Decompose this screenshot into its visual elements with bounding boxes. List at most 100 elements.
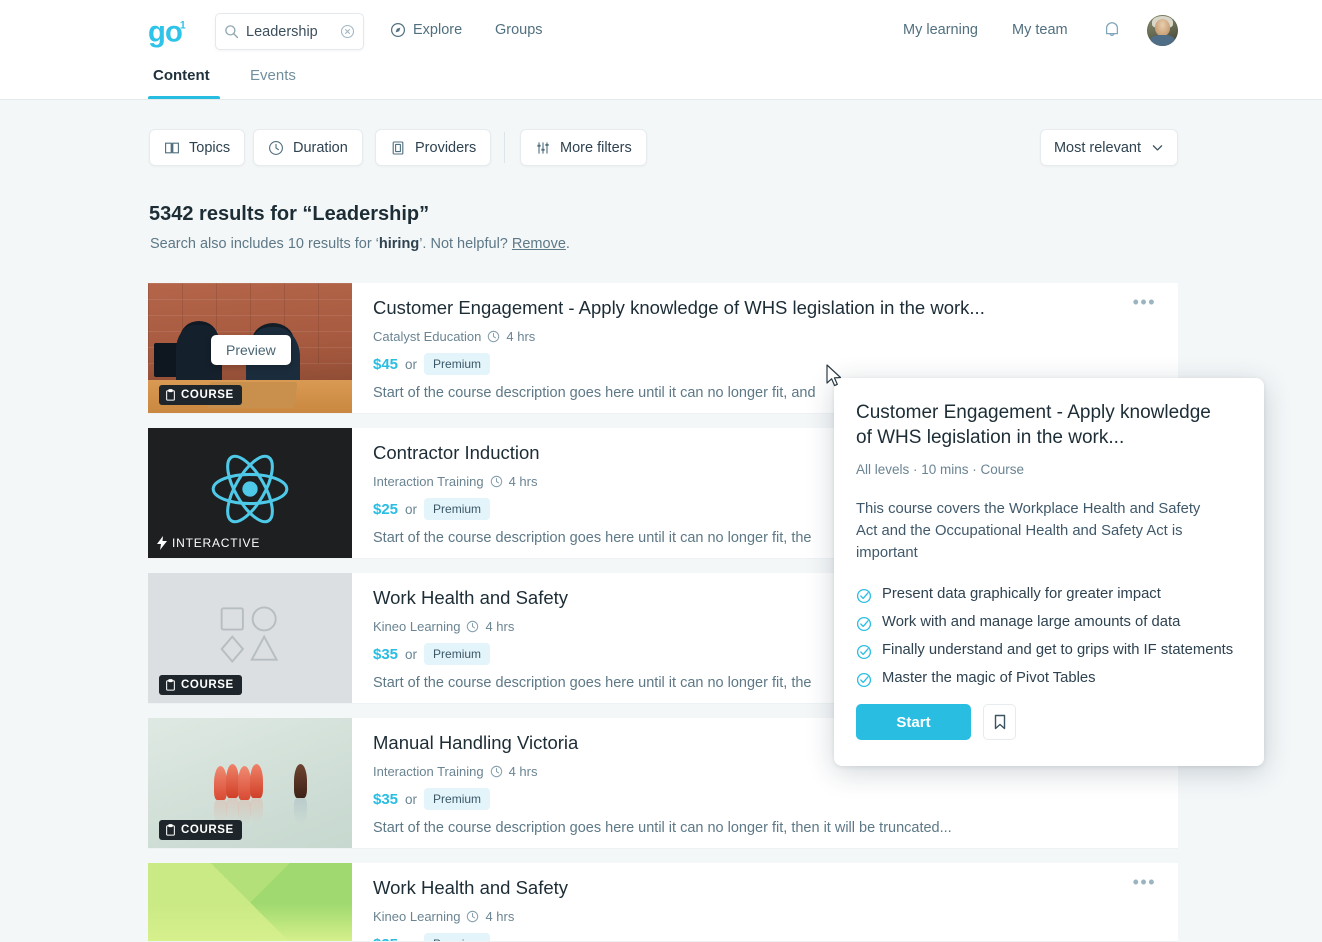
popover-description: This course covers the Workplace Health … — [856, 500, 1201, 561]
nav-item-explore[interactable]: Explore — [390, 22, 462, 38]
avatar[interactable] — [1147, 15, 1178, 46]
card-duration: 4 hrs — [508, 764, 538, 779]
results-count-title: 5342 results for “Leadership” — [149, 203, 430, 225]
card-meta: Catalyst Education 4 hrs — [373, 329, 535, 344]
card-duration: 4 hrs — [485, 909, 515, 924]
card-thumbnail[interactable]: COURSE — [148, 573, 352, 703]
card-title[interactable]: Customer Engagement - Apply knowledge of… — [373, 297, 985, 319]
card-title[interactable]: Work Health and Safety — [373, 587, 568, 609]
content-type-label: COURSE — [181, 824, 234, 836]
bookmark-button[interactable] — [983, 704, 1016, 741]
nav-item-groups[interactable]: Groups — [495, 22, 543, 38]
list-item: Master the magic of Pivot Tables — [856, 670, 1242, 688]
clock-icon — [490, 765, 502, 778]
card-description: Start of the course description goes her… — [373, 385, 816, 401]
card-price-or: or — [405, 937, 417, 942]
nav-label-groups: Groups — [495, 22, 543, 38]
card-thumbnail[interactable]: COURSE — [148, 718, 352, 848]
filter-button-duration[interactable]: Duration — [253, 129, 363, 166]
popover-meta: All levels · 10 mins · Course — [856, 461, 1025, 477]
result-card[interactable]: Work Health and Safety Kineo Learning 4 … — [148, 863, 1178, 942]
premium-badge: Premium — [424, 498, 491, 520]
nav-item-my-learning[interactable]: My learning — [903, 22, 978, 38]
avatar-face — [1155, 19, 1170, 36]
book-open-icon — [165, 142, 179, 153]
preview-pill[interactable]: Preview — [211, 335, 291, 365]
clipboard-icon — [166, 389, 175, 401]
card-price-row: $35 or Premium — [373, 788, 491, 810]
content-type-label: INTERACTIVE — [172, 536, 261, 550]
filter-button-more-filters[interactable]: More filters — [520, 129, 647, 166]
card-price-or: or — [405, 356, 418, 372]
avatar-body — [1150, 35, 1175, 46]
premium-badge: Premium — [424, 353, 491, 375]
card-price: $35 — [373, 936, 398, 942]
sort-label: Most relevant — [1053, 139, 1142, 156]
filter-divider — [504, 132, 505, 163]
popover-outcomes-list: Present data graphically for greater imp… — [856, 586, 1242, 688]
premium-badge: Premium — [424, 643, 491, 665]
content-type-tag: COURSE — [159, 820, 242, 840]
card-price: $45 — [373, 355, 399, 373]
outcome-text: Finally understand and get to grips with… — [882, 642, 1234, 659]
outcome-text: Present data graphically for greater imp… — [882, 586, 1161, 603]
tab-events[interactable]: Events — [250, 67, 296, 96]
filter-button-topics[interactable]: Topics — [149, 129, 246, 166]
card-provider: Catalyst Education — [373, 329, 482, 344]
card-title[interactable]: Work Health and Safety — [373, 877, 568, 899]
search-input[interactable]: Leadership — [215, 13, 364, 50]
card-description: Start of the course description goes her… — [373, 530, 812, 546]
tab-content[interactable]: Content — [153, 67, 210, 96]
results-sub-term: hiring — [378, 236, 420, 252]
thumbnail-image-green — [148, 863, 352, 941]
premium-badge: Premium — [424, 788, 491, 810]
card-body: Work Health and Safety Kineo Learning 4 … — [373, 863, 1178, 942]
sort-dropdown[interactable]: Most relevant — [1040, 129, 1178, 166]
clipboard-icon — [166, 824, 175, 836]
premium-badge: Premium — [424, 933, 491, 941]
card-price: $35 — [373, 790, 399, 808]
card-thumbnail[interactable]: INTERACTIVE — [148, 428, 352, 558]
content-type-label: COURSE — [181, 389, 234, 401]
check-circle-icon — [856, 673, 872, 688]
clock-icon — [467, 620, 479, 633]
card-duration: 4 hrs — [485, 619, 515, 634]
clear-circle-icon[interactable] — [340, 24, 355, 39]
chevron-down-icon — [1152, 145, 1163, 151]
card-title[interactable]: Contractor Induction — [373, 442, 540, 464]
search-icon — [225, 25, 239, 39]
start-button[interactable]: Start — [856, 704, 971, 741]
outcome-text: Work with and manage large amounts of da… — [882, 614, 1181, 631]
card-price-or: or — [405, 791, 418, 807]
clock-icon — [467, 910, 479, 923]
card-thumbnail[interactable] — [148, 863, 352, 941]
card-more-menu-button[interactable]: ••• — [1133, 293, 1156, 311]
card-thumbnail[interactable]: Preview COURSE — [148, 283, 352, 413]
nav-label-my-learning: My learning — [903, 22, 978, 38]
outcome-text: Master the magic of Pivot Tables — [882, 670, 1096, 687]
content-type-tag: COURSE — [159, 675, 242, 695]
sliders-icon — [537, 141, 549, 154]
card-price-or: or — [405, 646, 418, 662]
card-price-row: $35 or Premium — [373, 643, 491, 665]
bell-icon[interactable] — [1103, 20, 1121, 40]
tab-events-label: Events — [250, 67, 296, 84]
content-type-tag: INTERACTIVE — [157, 536, 260, 550]
filter-label-duration: Duration — [293, 139, 348, 156]
card-duration: 4 hrs — [508, 474, 538, 489]
go1-logo[interactable]: go 1 — [148, 15, 194, 49]
card-meta: Interaction Training 4 hrs — [373, 764, 537, 779]
clock-icon — [488, 330, 500, 343]
filter-button-providers[interactable]: Providers — [375, 129, 492, 166]
clock-icon — [490, 475, 502, 488]
check-circle-icon — [856, 589, 872, 604]
remove-suggestion-link[interactable]: Remove — [512, 236, 566, 252]
check-circle-icon — [856, 645, 872, 660]
nav-item-my-team[interactable]: My team — [1012, 22, 1068, 38]
card-provider: Kineo Learning — [373, 909, 461, 924]
card-more-menu-button[interactable]: ••• — [1133, 873, 1156, 891]
list-item: Present data graphically for greater imp… — [856, 586, 1242, 604]
card-price: $35 — [373, 645, 399, 663]
card-title[interactable]: Manual Handling Victoria — [373, 732, 578, 754]
card-meta: Interaction Training 4 hrs — [373, 474, 537, 489]
